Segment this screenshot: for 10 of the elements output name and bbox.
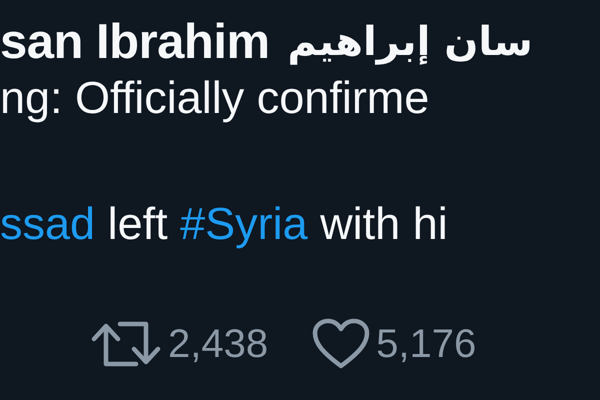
retweet-icon[interactable] bbox=[90, 320, 162, 368]
hashtag-link[interactable]: #Syria bbox=[180, 198, 308, 250]
author-name: san Ibrahim bbox=[0, 16, 270, 68]
tweet-text: ssad left #Syria with hi bbox=[0, 198, 449, 250]
tweet-text: ng: Officially confirme bbox=[0, 72, 430, 124]
heart-icon[interactable] bbox=[312, 318, 370, 370]
like-count: 5,176 bbox=[376, 321, 476, 367]
author-name-arabic: سان إبراهيم bbox=[288, 18, 533, 67]
hashtag-link[interactable]: ssad bbox=[0, 198, 96, 250]
retweet-count: 2,438 bbox=[168, 321, 268, 367]
